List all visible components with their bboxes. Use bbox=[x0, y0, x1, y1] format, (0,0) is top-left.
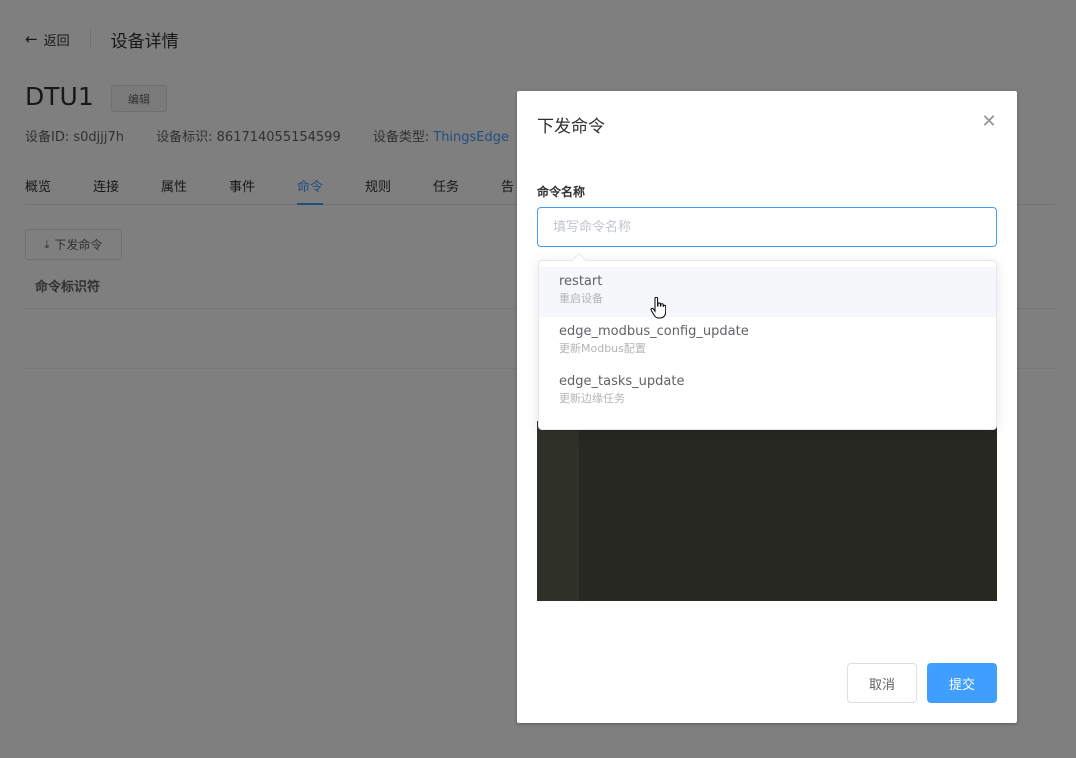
command-name-label: 命令名称 bbox=[537, 185, 586, 199]
option-desc: 更新Modbus配置 bbox=[559, 342, 646, 355]
code-editor[interactable] bbox=[537, 421, 997, 601]
hand-cursor-icon bbox=[650, 297, 666, 319]
command-name-input[interactable] bbox=[537, 207, 997, 247]
option-name: edge_modbus_config_update bbox=[559, 324, 749, 339]
option-name: edge_tasks_update bbox=[559, 374, 685, 389]
cancel-button[interactable]: 取消 bbox=[847, 663, 917, 703]
option-desc: 更新边缘任务 bbox=[559, 392, 625, 405]
close-icon[interactable]: ✕ bbox=[981, 113, 997, 131]
command-suggestions-dropdown: restart 重启设备 edge_modbus_config_update 更… bbox=[538, 252, 997, 430]
option-name: restart bbox=[559, 274, 603, 289]
submit-button[interactable]: 提交 bbox=[927, 663, 997, 703]
option-edge-modbus-config-update[interactable]: edge_modbus_config_update 更新Modbus配置 bbox=[539, 317, 996, 367]
option-desc: 重启设备 bbox=[559, 292, 603, 305]
dialog-title: 下发命令 bbox=[537, 117, 605, 137]
option-edge-tasks-update[interactable]: edge_tasks_update 更新边缘任务 bbox=[539, 367, 996, 417]
editor-gutter bbox=[537, 421, 579, 601]
option-restart[interactable]: restart 重启设备 bbox=[539, 267, 996, 317]
